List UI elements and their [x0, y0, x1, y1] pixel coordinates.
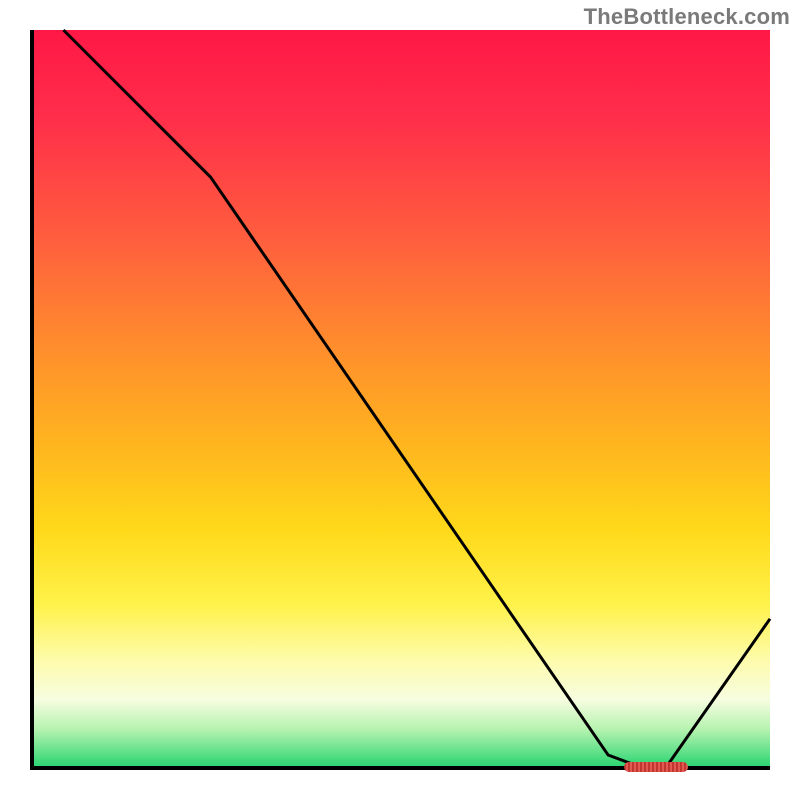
chart-root: TheBottleneck.com — [0, 0, 800, 800]
watermark-text: TheBottleneck.com — [584, 4, 790, 30]
plot-frame — [30, 30, 770, 770]
chart-curve-path — [63, 30, 770, 766]
minimum-marker — [624, 762, 688, 772]
chart-curve-svg — [34, 30, 770, 766]
